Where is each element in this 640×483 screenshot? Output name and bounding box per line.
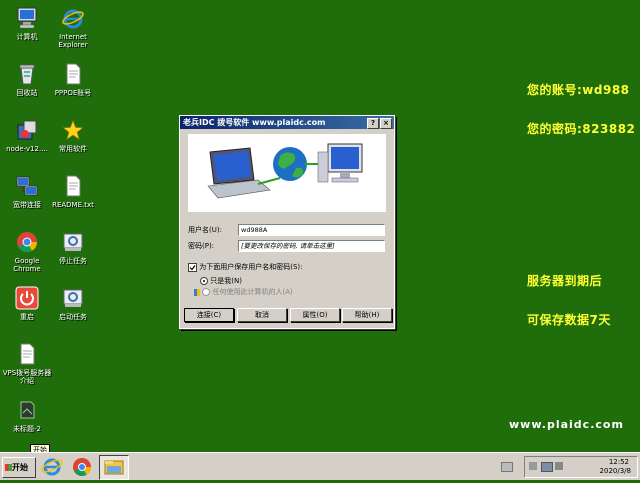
power-icon <box>15 286 39 310</box>
start-button[interactable]: 开始 <box>2 457 36 478</box>
ie-icon <box>61 6 85 30</box>
save-credentials-row[interactable]: 为下面用户保存用户名和密码(S): <box>188 262 303 272</box>
taskbar-explorer[interactable] <box>99 455 129 480</box>
desktop-icon-common-software[interactable]: 常用软件 <box>46 118 100 153</box>
network-icon <box>15 174 39 198</box>
password-field[interactable]: [要更改保存的密码, 请单击这里] <box>238 240 385 252</box>
desktop-icon-label: 启动任务 <box>59 313 87 321</box>
close-icon[interactable]: × <box>380 118 392 129</box>
task-icon <box>61 230 85 254</box>
clock-time[interactable]: 12:52 <box>609 458 629 466</box>
flag-icon[interactable] <box>529 462 537 470</box>
shield-icon <box>194 288 200 296</box>
radio-anyone-row[interactable]: 任何使用此计算机的人(A) <box>194 287 293 297</box>
dialog-titlebar[interactable]: 老兵IDC 拨号软件 www.plaidc.com ? × <box>180 116 394 129</box>
desktop: 计算机 回收站 node-v12.... 宽带连接 Google Chrome … <box>0 0 640 452</box>
star-icon <box>61 118 85 142</box>
desktop-icon-label: README.txt <box>52 201 94 209</box>
volume-icon[interactable] <box>555 462 563 470</box>
password-label: 密码(P): <box>188 242 215 250</box>
radio-anyone[interactable] <box>202 288 211 296</box>
clock-date[interactable]: 2020/3/8 <box>600 467 631 475</box>
desktop-icon-label: VPS拨号服务器介绍 <box>2 369 52 385</box>
username-field[interactable]: wd988A <box>238 224 385 236</box>
installer-icon <box>15 118 39 142</box>
connect-button[interactable]: 连接(C) <box>184 308 234 322</box>
help-title-button[interactable]: ? <box>367 118 379 129</box>
text-file-icon <box>15 342 39 366</box>
desktop-icon-start-task[interactable]: 启动任务 <box>46 286 100 321</box>
taskbar-chrome[interactable] <box>68 455 96 478</box>
desktop-icon-label: 未标题-2 <box>13 425 41 433</box>
desktop-icon-label: 常用软件 <box>59 145 87 153</box>
desktop-icon-stop-task[interactable]: 停止任务 <box>46 230 100 265</box>
computer-icon <box>15 6 39 30</box>
connection-banner-image <box>188 134 386 212</box>
account-info: 您的账号:wd988 <box>527 83 630 97</box>
chrome-icon <box>15 230 39 254</box>
keyboard-icon[interactable] <box>501 462 513 472</box>
radio-me-label: 只是我(N) <box>210 277 242 285</box>
properties-button[interactable]: 属性(O) <box>290 308 340 322</box>
network-tray-icon[interactable] <box>541 462 553 472</box>
desktop-icon-untitled[interactable]: 未标题-2 <box>0 398 54 433</box>
dialog-title: 老兵IDC 拨号软件 www.plaidc.com <box>183 118 326 127</box>
text-file-icon <box>61 62 85 86</box>
radio-anyone-label: 任何使用此计算机的人(A) <box>212 288 293 296</box>
taskbar: 开始 12:52 2020/3/8 <box>0 452 640 480</box>
save-credentials-label: 为下面用户保存用户名和密码(S): <box>199 263 303 271</box>
desktop-icon-readme[interactable]: README.txt <box>46 174 100 209</box>
desktop-icon-label: PPPOE账号 <box>54 89 92 97</box>
recycle-bin-icon <box>15 62 39 86</box>
dialer-dialog: 老兵IDC 拨号软件 www.plaidc.com ? × 用户名(U): wd… <box>179 115 395 329</box>
cancel-button[interactable]: 取消 <box>237 308 287 322</box>
task-icon <box>61 286 85 310</box>
desktop-icon-pppoe[interactable]: PPPOE账号 <box>46 62 100 97</box>
text-file-icon <box>61 174 85 198</box>
radio-me-row[interactable]: 只是我(N) <box>200 276 242 286</box>
username-label: 用户名(U): <box>188 226 222 234</box>
system-tray: 12:52 2020/3/8 <box>501 456 638 478</box>
site-url: www.plaidc.com <box>509 418 624 431</box>
desktop-icon-label: Internet Explorer <box>58 33 88 49</box>
keep-info: 可保存数据7天 <box>527 313 611 327</box>
desktop-icon-internet-explorer[interactable]: Internet Explorer <box>46 6 100 49</box>
password-info: 您的密码:823882 <box>527 122 636 136</box>
expire-info: 服务器到期后 <box>527 274 603 288</box>
help-button[interactable]: 帮助(H) <box>342 308 392 322</box>
windows-logo-icon <box>5 464 12 471</box>
radio-me[interactable] <box>200 277 208 285</box>
start-label: 开始 <box>12 463 28 472</box>
image-file-icon <box>15 398 39 422</box>
desktop-icon-vps-intro[interactable]: VPS拨号服务器介绍 <box>0 342 54 385</box>
desktop-icon-label: 停止任务 <box>59 257 87 265</box>
save-credentials-checkbox[interactable] <box>188 262 197 272</box>
taskbar-ie[interactable] <box>38 455 66 478</box>
